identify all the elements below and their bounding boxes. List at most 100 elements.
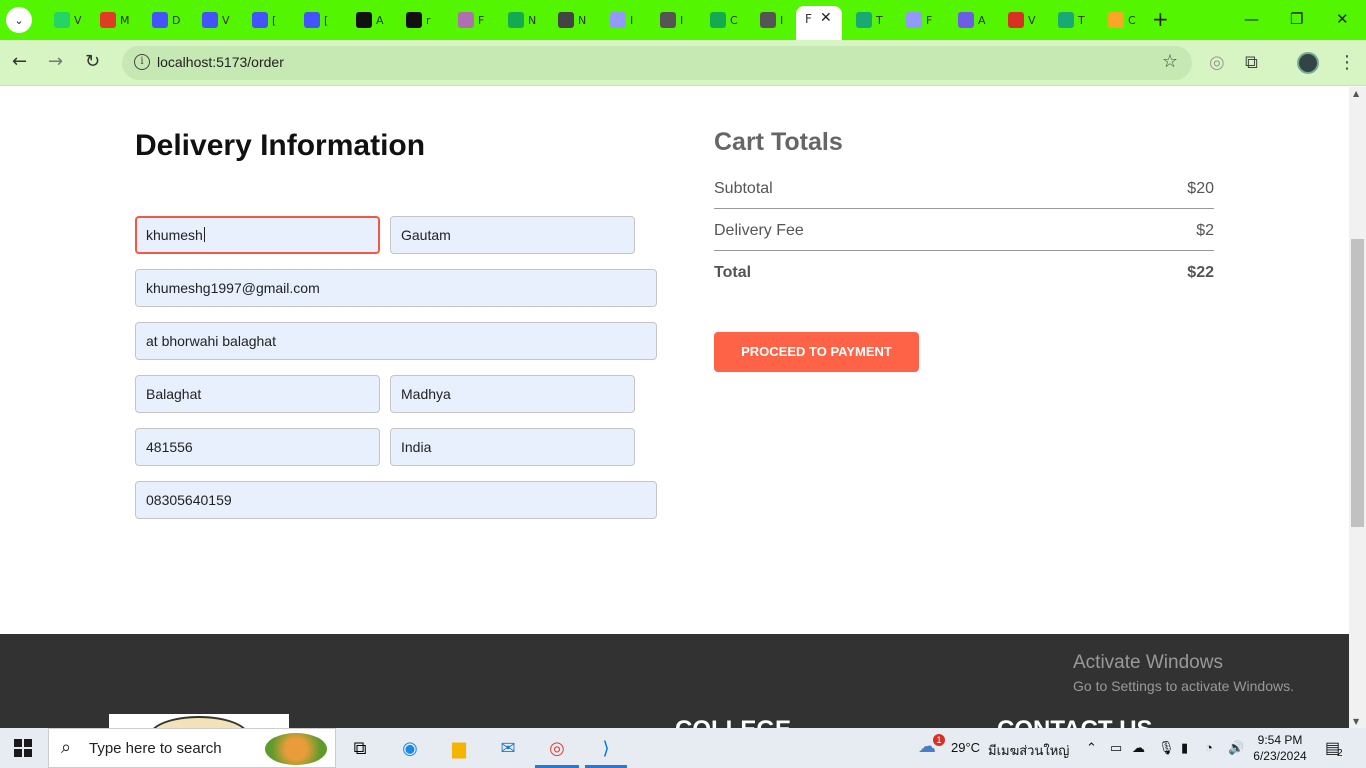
scrollbar-thumb[interactable] xyxy=(1351,239,1364,527)
proceed-to-payment-button[interactable]: PROCEED TO PAYMENT xyxy=(714,332,919,372)
tab-12[interactable]: I xyxy=(654,8,694,32)
back-arrow-icon[interactable]: ← xyxy=(12,52,27,72)
subtotal-value: $20 xyxy=(1187,180,1214,197)
tab-14[interactable]: I xyxy=(754,8,794,32)
footer: COLLEGE CONTACT US Activate Windows Go t… xyxy=(0,634,1349,728)
address-bar[interactable]: i localhost:5173/order ☆ xyxy=(122,46,1192,80)
tab-19[interactable]: T xyxy=(1052,8,1092,32)
volume-icon[interactable]: 🔊 xyxy=(1228,740,1244,756)
tab-active-label: F xyxy=(805,12,812,26)
country-input[interactable]: India xyxy=(390,428,635,466)
state-input[interactable]: Madhya xyxy=(390,375,635,413)
tab-label: F xyxy=(478,13,485,27)
tab-1[interactable]: M xyxy=(94,8,134,32)
tab-2[interactable]: D xyxy=(146,8,186,32)
close-window-icon[interactable]: ✕ xyxy=(1336,10,1349,28)
tab-label: N xyxy=(578,13,587,27)
wifi-icon[interactable]: ◔ xyxy=(1205,740,1213,755)
meet-now-icon[interactable]: ▭ xyxy=(1110,740,1122,756)
task-view-icon[interactable]: ⧉ xyxy=(346,734,374,762)
last-name-input[interactable]: Gautam xyxy=(390,216,635,254)
microphone-icon[interactable]: 🎙 xyxy=(1158,740,1175,756)
clock[interactable]: 9:54 PM 6/23/2024 xyxy=(1250,732,1310,764)
weather-temp[interactable]: 29°C xyxy=(951,740,980,755)
delivery-fee-label: Delivery Fee xyxy=(714,222,804,239)
forward-arrow-icon[interactable]: → xyxy=(48,52,63,72)
tab-label: [ xyxy=(272,13,277,27)
tab-13[interactable]: C xyxy=(704,8,744,32)
s-icon xyxy=(958,12,974,28)
tab-0[interactable]: V xyxy=(48,8,88,32)
zip-input[interactable]: 481556 xyxy=(135,428,380,466)
restore-icon[interactable]: ❐ xyxy=(1290,10,1303,28)
tab-7[interactable]: r xyxy=(400,8,440,32)
battery-icon[interactable]: ▮ xyxy=(1181,740,1188,756)
email-input[interactable]: khumeshg1997@gmail.com xyxy=(135,269,657,307)
clock-time: 9:54 PM xyxy=(1257,733,1303,747)
extension-icon[interactable]: ◎ xyxy=(1209,52,1225,73)
tab-4[interactable]: [ xyxy=(246,8,286,32)
chrome-icon[interactable]: ◎ xyxy=(543,734,571,762)
weather-description[interactable]: มีเมฆส่วนใหญ่ xyxy=(988,740,1069,761)
activate-windows-title: Activate Windows xyxy=(1073,652,1223,673)
edge-icon[interactable]: ◉ xyxy=(396,734,424,762)
code-box-icon xyxy=(356,12,372,28)
tab-label: V xyxy=(1028,13,1036,27)
chevron-up-icon[interactable]: ⌃ xyxy=(1086,740,1097,756)
scroll-down-icon[interactable]: ▼ xyxy=(1353,717,1359,726)
tab-label: A xyxy=(376,13,384,27)
tab-label: I xyxy=(630,13,634,27)
tab-11[interactable]: I xyxy=(604,8,644,32)
webflow-icon xyxy=(202,12,218,28)
tab-17[interactable]: A xyxy=(952,8,992,32)
tab-3[interactable]: V xyxy=(196,8,236,32)
webflow-icon xyxy=(152,12,168,28)
delivery-title: Delivery Information xyxy=(135,129,426,162)
tab-18[interactable]: V xyxy=(1002,8,1042,32)
tab-8[interactable]: F xyxy=(452,8,492,32)
food-illustration xyxy=(149,716,249,728)
close-tab-icon[interactable]: ✕ xyxy=(820,10,832,26)
tab-15[interactable]: T xyxy=(850,8,890,32)
reload-icon[interactable]: ↻ xyxy=(85,52,100,72)
mail-icon[interactable]: ✉ xyxy=(494,734,522,762)
profile-avatar[interactable] xyxy=(1297,52,1319,74)
bookmark-star-icon[interactable]: ☆ xyxy=(1162,51,1178,72)
footer-contact-heading: CONTACT US xyxy=(997,716,1153,728)
vite-icon xyxy=(906,12,922,28)
total-value: $22 xyxy=(1187,264,1214,281)
tab-search-button[interactable]: ⌄ xyxy=(6,7,32,33)
taskbar-search-box[interactable]: ⌕ Type here to search xyxy=(48,728,336,768)
city-input[interactable]: Balaghat xyxy=(135,375,380,413)
tab-6[interactable]: A xyxy=(350,8,390,32)
onedrive-icon[interactable]: ☁ xyxy=(1132,740,1145,756)
tab-10[interactable]: N xyxy=(552,8,592,32)
tab-5[interactable]: [ xyxy=(298,8,338,32)
tab-20[interactable]: C xyxy=(1102,8,1142,32)
tab-label: T xyxy=(876,13,883,27)
scroll-up-icon[interactable]: ▲ xyxy=(1353,89,1359,98)
file-explorer-icon[interactable]: ▆ xyxy=(445,734,473,762)
extensions-puzzle-icon[interactable]: ⧉ xyxy=(1245,52,1258,73)
first-name-input[interactable]: khumesh xyxy=(135,216,380,254)
github-icon xyxy=(406,12,422,28)
tab-label: C xyxy=(730,13,738,27)
url-text[interactable]: localhost:5173/order xyxy=(157,54,284,70)
page-scrollbar[interactable]: ▲ ▼ xyxy=(1349,87,1366,728)
tab-active[interactable]: F ✕ xyxy=(796,6,842,40)
globe-icon xyxy=(660,12,676,28)
phone-input[interactable]: 08305640159 xyxy=(135,481,657,519)
minimize-icon[interactable]: — xyxy=(1244,10,1259,28)
webflow-icon xyxy=(304,12,320,28)
street-input[interactable]: at bhorwahi balaghat xyxy=(135,322,657,360)
menu-dots-icon[interactable]: ⋮ xyxy=(1338,52,1356,73)
vscode-icon[interactable]: ⟩ xyxy=(592,734,620,762)
tab-9[interactable]: N xyxy=(502,8,542,32)
new-tab-button[interactable]: + xyxy=(1152,9,1169,29)
tab-label: I xyxy=(680,13,684,27)
search-highlight-image[interactable] xyxy=(265,733,327,765)
tab-16[interactable]: F xyxy=(900,8,940,32)
windows-start-icon[interactable] xyxy=(14,739,32,757)
site-info-icon[interactable]: i xyxy=(134,54,150,70)
tab-label: C xyxy=(1128,13,1136,27)
